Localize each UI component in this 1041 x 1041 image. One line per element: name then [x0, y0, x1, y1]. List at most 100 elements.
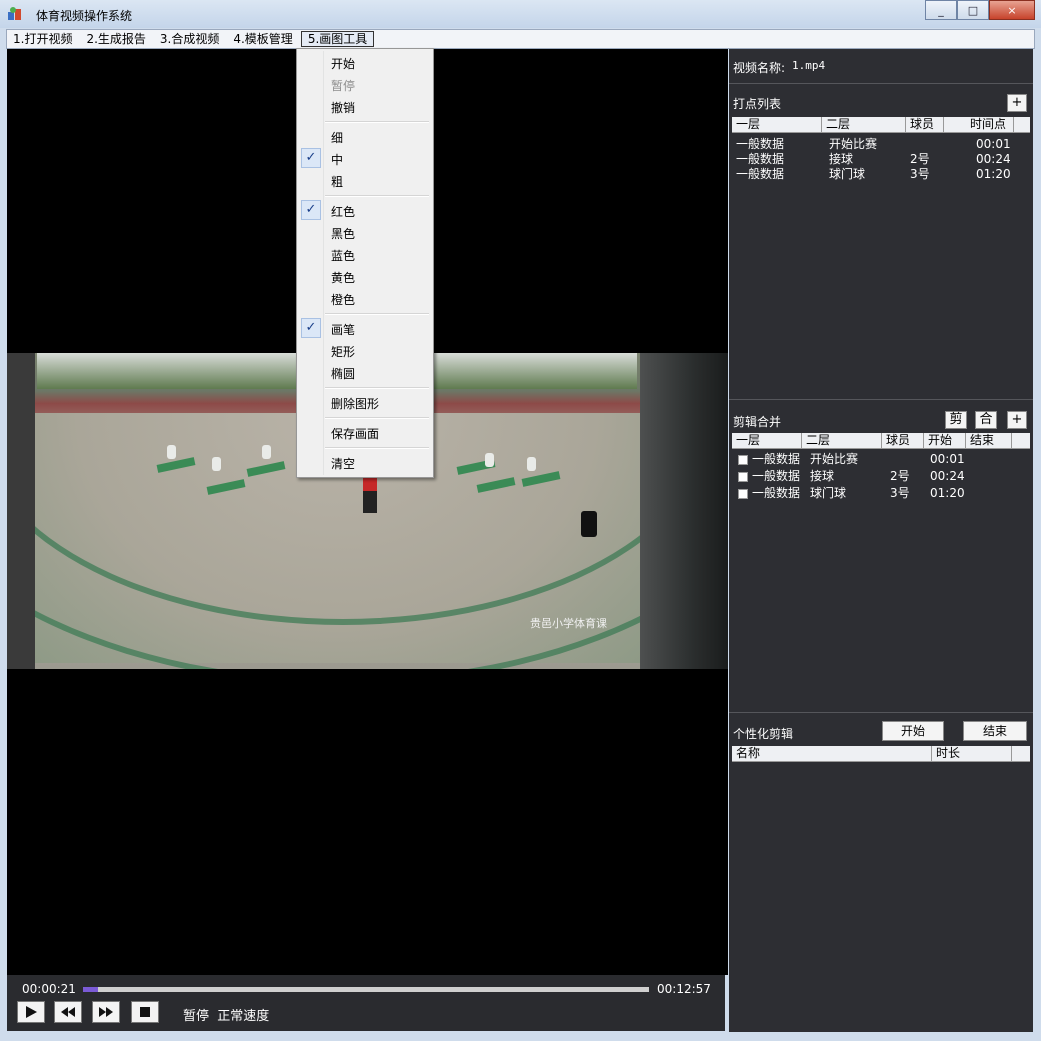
menu-separator — [325, 313, 429, 315]
cell-layer2: 开始比赛 — [810, 452, 859, 466]
playback-status: 暂停 正常速度 — [183, 1005, 269, 1024]
divider — [729, 712, 1033, 713]
student-figure — [167, 445, 176, 459]
header-layer2[interactable]: 二层 — [802, 433, 882, 448]
close-button[interactable]: × — [989, 0, 1035, 20]
menu-item-thick[interactable]: 粗 — [297, 170, 433, 190]
header-name[interactable]: 名称 — [732, 746, 932, 761]
menu-separator — [325, 195, 429, 197]
row-checkbox[interactable] — [738, 489, 748, 499]
cell-layer1: 一般数据 — [736, 167, 785, 181]
cell-layer1: 一般数据 — [736, 152, 785, 166]
add-merge-button[interactable]: + — [1007, 411, 1027, 429]
header-layer1[interactable]: 一层 — [732, 433, 802, 448]
student-figure — [212, 457, 221, 471]
cell-layer1: 一般数据 — [752, 486, 801, 500]
merge-table-header: 一层 二层 球员 开始 结束 — [732, 433, 1030, 449]
header-layer2[interactable]: 二层 — [822, 117, 906, 132]
cut-button[interactable]: 剪 — [945, 411, 967, 429]
header-start[interactable]: 开始 — [924, 433, 966, 448]
check-icon: ✓ — [301, 318, 321, 338]
merge-title: 剪辑合并 — [733, 415, 782, 429]
rewind-button[interactable] — [54, 1001, 82, 1023]
menu-item-rectangle[interactable]: 矩形 — [297, 340, 433, 360]
header-player[interactable]: 球员 — [882, 433, 924, 448]
cell-player: 2号 — [910, 152, 930, 166]
video-edge-left — [7, 353, 35, 669]
menu-item-yellow[interactable]: 黄色 — [297, 266, 433, 286]
header-end[interactable]: 结束 — [966, 433, 1012, 448]
progress-slider[interactable] — [83, 987, 649, 992]
check-icon: ✓ — [301, 148, 321, 168]
menu-item-pen[interactable]: ✓ 画笔 — [297, 318, 433, 338]
header-duration[interactable]: 时长 — [932, 746, 1012, 761]
menu-item-black[interactable]: 黑色 — [297, 222, 433, 242]
menu-separator — [325, 387, 429, 389]
header-layer1[interactable]: 一层 — [732, 117, 822, 132]
status-label: 暂停 — [183, 1009, 210, 1024]
menu-open-video[interactable]: 1.打开视频 — [7, 31, 78, 47]
menu-item-orange[interactable]: 橙色 — [297, 288, 433, 308]
speaker-object — [581, 511, 597, 537]
menu-item-red[interactable]: ✓ 红色 — [297, 200, 433, 220]
header-timepoint[interactable]: 时间点 — [944, 117, 1014, 132]
rewind-icon — [61, 1007, 75, 1017]
menu-item-thin[interactable]: 细 — [297, 126, 433, 146]
window-title: 体育视频操作系统 — [36, 9, 133, 23]
menu-item-medium[interactable]: ✓ 中 — [297, 148, 433, 168]
check-icon: ✓ — [301, 200, 321, 220]
cell-time: 00:24 — [976, 152, 1011, 166]
cell-layer2: 接球 — [829, 152, 854, 166]
progress-fill — [83, 987, 99, 992]
menu-separator — [325, 121, 429, 123]
play-icon — [26, 1006, 37, 1018]
menu-item-delete-shape[interactable]: 删除图形 — [297, 392, 433, 412]
cell-layer2: 开始比赛 — [829, 137, 878, 151]
cell-player: 3号 — [890, 486, 910, 500]
maximize-button[interactable]: □ — [957, 0, 989, 20]
menu-compose-video[interactable]: 3.合成视频 — [154, 31, 225, 47]
menu-item-blue[interactable]: 蓝色 — [297, 244, 433, 264]
menu-draw-tools[interactable]: 5.画图工具 — [300, 31, 375, 47]
video-watermark: 贵邑小学体育课 — [530, 617, 607, 630]
play-button[interactable] — [17, 1001, 45, 1023]
menu-item-clear[interactable]: 清空 — [297, 452, 433, 472]
clip-end-button[interactable]: 结束 — [963, 721, 1027, 741]
cell-layer1: 一般数据 — [736, 137, 785, 151]
menu-template-manage[interactable]: 4.模板管理 — [227, 31, 298, 47]
minimize-button[interactable]: _ — [925, 0, 957, 20]
row-checkbox[interactable] — [738, 455, 748, 465]
stop-button[interactable] — [131, 1001, 159, 1023]
header-player[interactable]: 球员 — [906, 117, 944, 132]
current-time: 00:00:21 — [22, 982, 76, 996]
student-figure — [262, 445, 271, 459]
cell-layer1: 一般数据 — [752, 469, 801, 483]
menu-item-start[interactable]: 开始 — [297, 52, 433, 72]
student-figure — [527, 457, 536, 471]
side-panel: 视频名称: 1.mp4 打点列表 + 一层 二层 球员 时间点 一般数据 开始比… — [729, 49, 1033, 1032]
cell-layer2: 球门球 — [829, 167, 866, 181]
fast-forward-button[interactable] — [92, 1001, 120, 1023]
cell-start: 01:20 — [930, 486, 965, 500]
player-controls: 00:00:21 00:12:57 暂停 正常速度 — [7, 975, 725, 1031]
add-mark-button[interactable]: + — [1007, 94, 1027, 112]
merge-button[interactable]: 合 — [975, 411, 997, 429]
custom-table-header: 名称 时长 — [732, 746, 1030, 762]
menu-generate-report[interactable]: 2.生成报告 — [80, 31, 151, 47]
cell-player: 2号 — [890, 469, 910, 483]
cell-layer2: 球门球 — [810, 486, 847, 500]
menu-item-pause: 暂停 — [331, 79, 356, 93]
cell-player: 3号 — [910, 167, 930, 181]
menu-item-save-frame[interactable]: 保存画面 — [297, 422, 433, 442]
cell-start: 00:01 — [930, 452, 965, 466]
title-bar: 体育视频操作系统 _ □ × — [0, 0, 1041, 28]
menu-item-undo[interactable]: 撤销 — [297, 96, 433, 116]
stop-icon — [140, 1007, 150, 1017]
marks-title: 打点列表 — [733, 97, 782, 111]
menu-item-ellipse[interactable]: 椭圆 — [297, 362, 433, 382]
clip-start-button[interactable]: 开始 — [882, 721, 944, 741]
custom-clip-title: 个性化剪辑 — [733, 727, 794, 741]
video-name-value: 1.mp4 — [792, 59, 826, 72]
row-checkbox[interactable] — [738, 472, 748, 482]
speed-label: 正常速度 — [217, 1009, 270, 1024]
